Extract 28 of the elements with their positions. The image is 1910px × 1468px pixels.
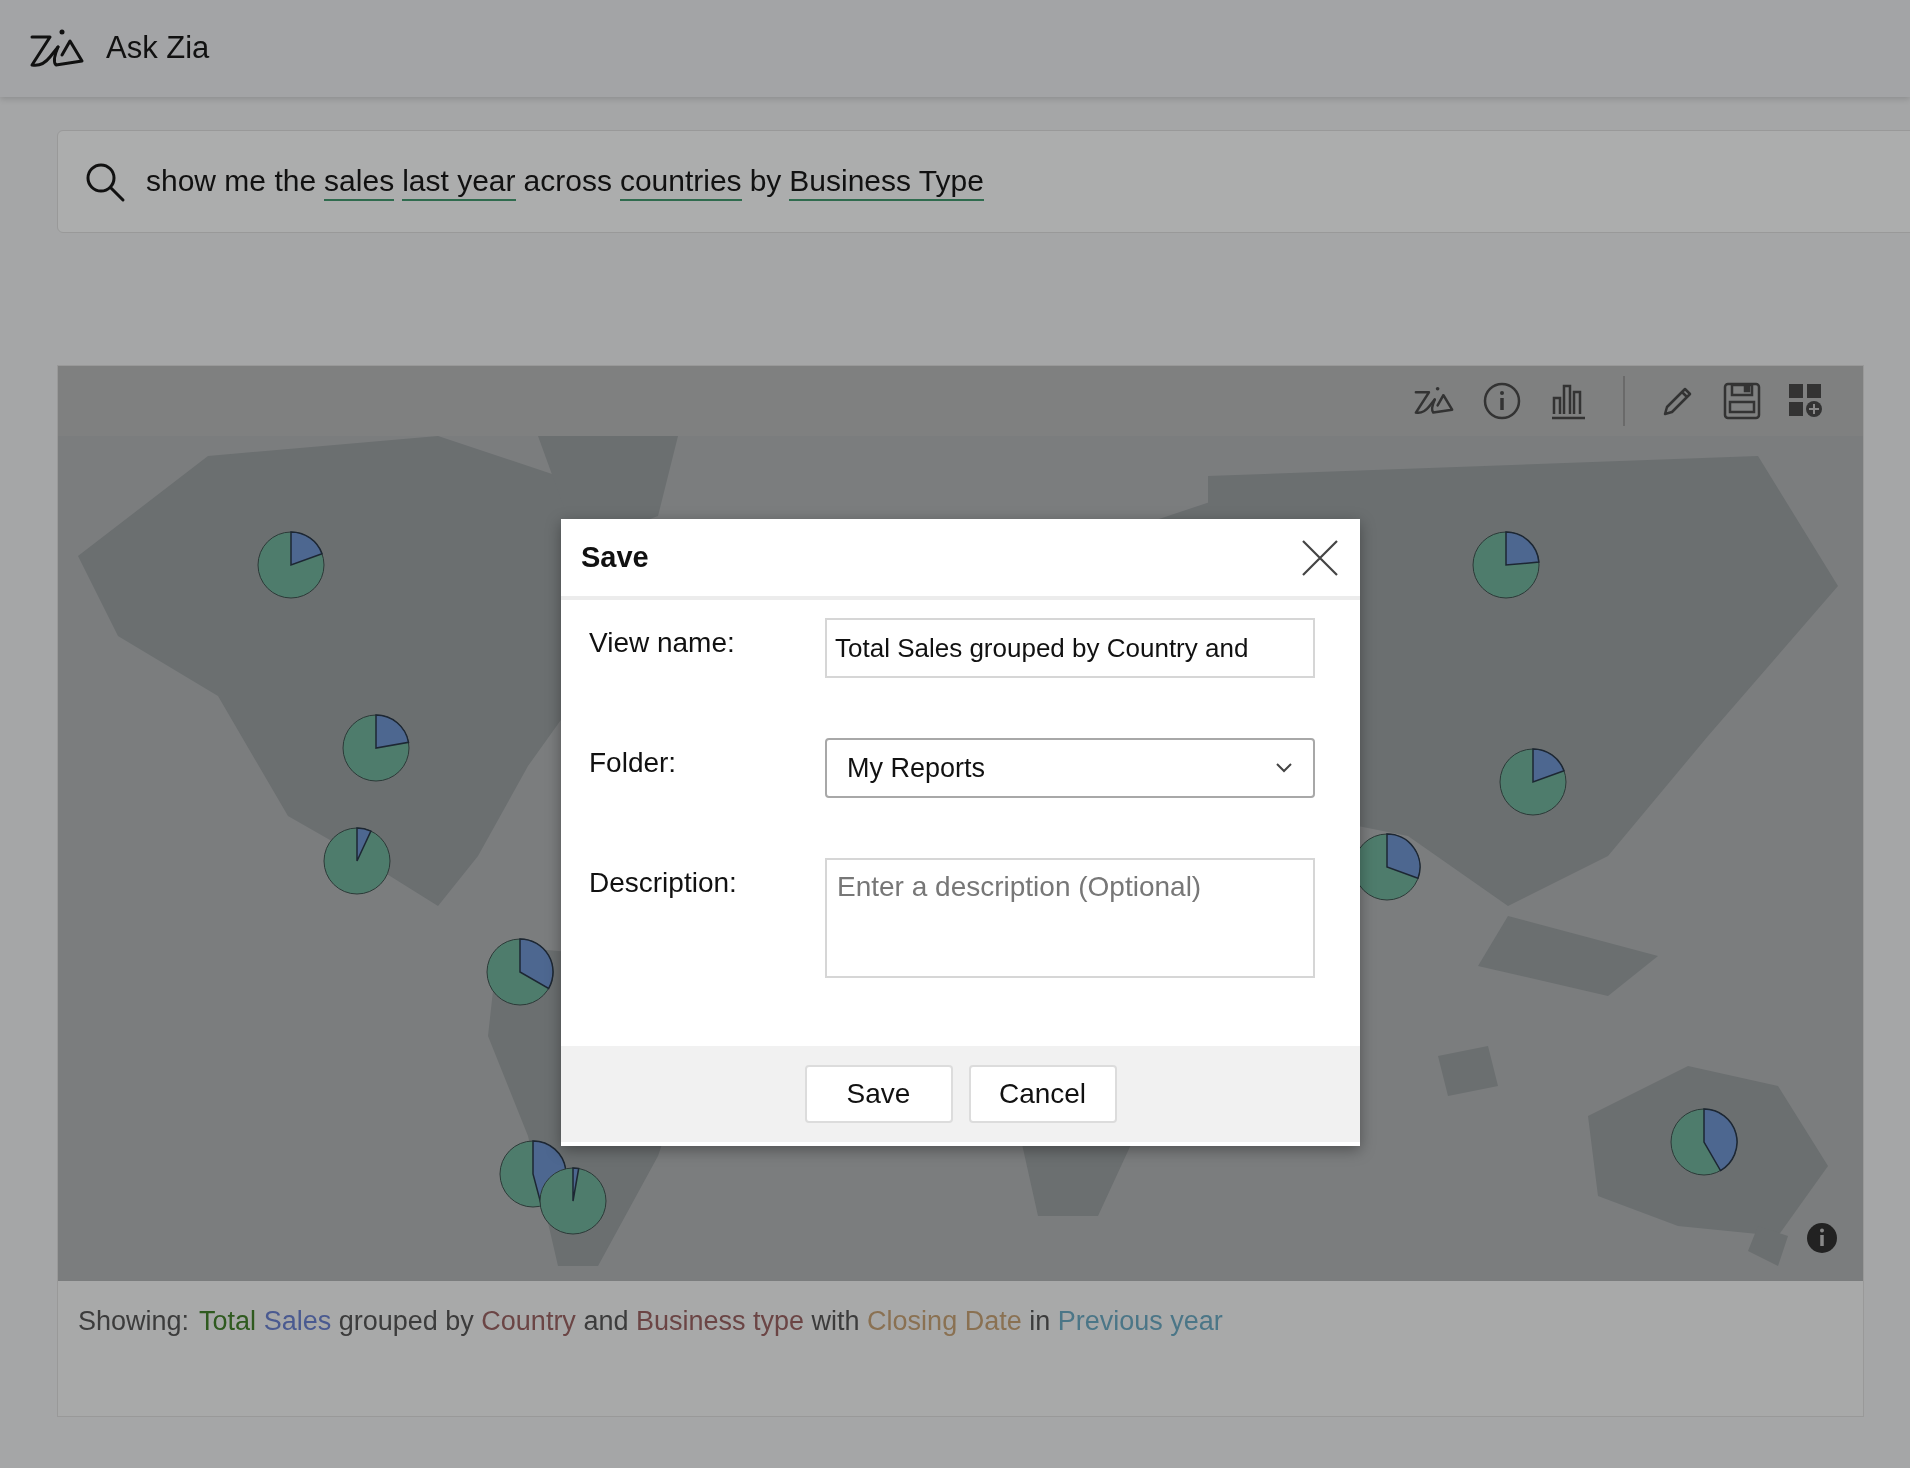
pie-marker [1471,530,1541,600]
field-label: Folder: [589,746,678,780]
query-summary: Showing: Total Sales grouped by Country and Business type with Closing Date in Previous year [78,1305,1224,1338]
search-field[interactable]: show me the sales last year across countries by Business Type [57,130,1910,233]
zia-logo-icon[interactable] [1413,385,1455,417]
info-icon[interactable] [1483,382,1521,420]
bar-chart-icon[interactable] [1549,382,1587,420]
app-title: Ask Zia [106,29,210,68]
info-icon[interactable] [1806,1222,1838,1254]
field-label: Description: [589,866,738,900]
chevron-down-icon [1275,762,1293,774]
view-name-field[interactable]: Total Sales grouped by Country and [825,618,1315,678]
field-label: View name: [589,626,736,660]
add-widget-icon[interactable] [1789,384,1823,418]
pie-marker [341,713,411,783]
pie-marker [538,1166,608,1236]
dialog-button[interactable]: Save [804,1065,953,1123]
dialog-button[interactable]: Cancel [968,1065,1117,1123]
description-field[interactable]: Enter a description (Optional) [825,858,1315,978]
dialog-title: Save [581,539,649,575]
pie-marker [1498,747,1568,817]
folder-dropdown[interactable]: My Reports [825,738,1315,798]
pie-marker [485,937,555,1007]
pie-marker [1669,1107,1739,1177]
close-button[interactable] [1300,537,1340,578]
search-query: show me the sales last year across countries by Business Type [146,162,984,201]
pie-marker [322,826,392,896]
pie-marker [256,530,326,600]
